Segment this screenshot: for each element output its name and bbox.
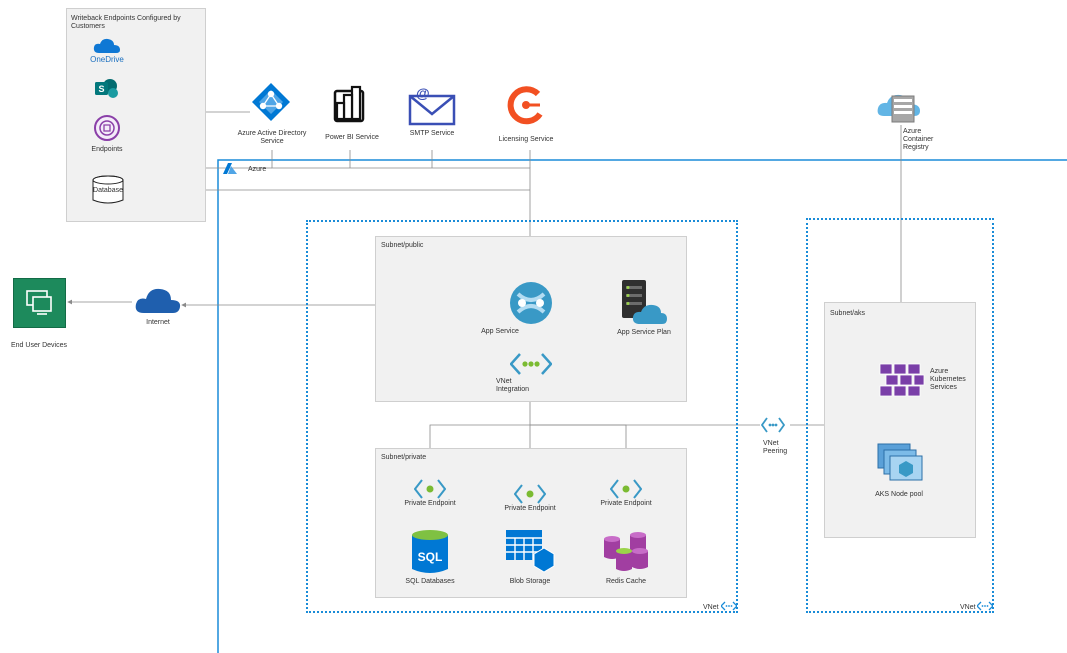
private-endpoint-blob-label: Private Endpoint <box>504 505 556 512</box>
blob-storage-label: Blob Storage <box>509 578 551 585</box>
screen-icon <box>26 290 52 315</box>
onedrive-label: OneDrive <box>90 55 124 64</box>
azure-ad-label: Azure Active Directory Service <box>237 130 307 145</box>
azure-ad-icon <box>252 83 290 121</box>
app-service-icon <box>510 282 552 324</box>
subnet-aks-panel <box>824 302 976 538</box>
end-user-label: End User Devices <box>10 342 68 349</box>
acr-label: Azure Container Registry <box>903 128 934 151</box>
vnet-peering-label: VNet Peering <box>763 440 788 455</box>
vnet-left-label: VNet <box>703 604 719 611</box>
vnet-right-label: VNet <box>960 604 976 611</box>
licensing-icon <box>507 86 543 125</box>
writeback-title: Writeback Endpoints Configured by Custom… <box>71 15 181 30</box>
blob-storage-icon <box>506 530 555 573</box>
container-registry-icon <box>877 94 920 123</box>
internet-cloud-icon <box>135 288 181 313</box>
power-bi-icon <box>333 85 365 123</box>
vnet-right-icon <box>977 601 993 611</box>
app-service-label: App Service <box>481 328 519 335</box>
architecture-diagram: Writeback Endpoints Configured by Custom… <box>0 0 1067 653</box>
licensing-label: Licensing Service <box>498 136 554 143</box>
vnet-integration-icon <box>510 353 552 375</box>
azure-label: Azure <box>248 166 267 173</box>
private-endpoint-sql-label: Private Endpoint <box>404 500 456 507</box>
private-endpoint-redis-icon <box>610 479 642 499</box>
smtp-mail-icon: @ <box>408 85 456 126</box>
subnet-private-label: Subnet/private <box>381 454 427 461</box>
internet-label: Internet <box>146 319 170 326</box>
vnet-integration-label: VNet Integration <box>496 378 530 393</box>
azure-icon <box>223 163 237 174</box>
redis-cache-icon <box>604 532 648 571</box>
aks-node-pool-icon <box>877 443 923 481</box>
private-endpoint-sql-icon <box>414 479 446 499</box>
onedrive-icon <box>93 38 120 53</box>
svg-text:@: @ <box>416 85 430 101</box>
sharepoint-icon: S <box>95 79 118 98</box>
app-service-plan-label: App Service Plan <box>617 329 671 336</box>
aks-label: Azure Kubernetes Services <box>930 368 966 391</box>
database-label: Database <box>93 187 123 194</box>
app-service-plan-icon <box>622 280 667 324</box>
vnet-left-icon <box>721 601 737 611</box>
sql-database-icon: SQL <box>412 530 448 573</box>
private-endpoint-redis-label: Private Endpoint <box>600 500 652 507</box>
svg-text:S: S <box>98 84 104 94</box>
kubernetes-service-icon <box>879 363 925 397</box>
sql-database-label: SQL Databases <box>405 578 455 585</box>
writeback-panel <box>66 8 206 222</box>
aks-node-pool-label: AKS Node pool <box>875 491 923 498</box>
endpoints-icon <box>94 115 120 141</box>
vnet-peering-icon <box>761 417 785 433</box>
private-endpoint-blob-icon <box>514 484 546 504</box>
svg-text:SQL: SQL <box>418 550 443 564</box>
power-bi-label: Power BI Service <box>325 134 379 141</box>
smtp-label: SMTP Service <box>409 130 455 137</box>
subnet-aks-label: Subnet/aks <box>830 310 866 317</box>
redis-cache-label: Redis Cache <box>605 578 647 585</box>
endpoints-label: Endpoints <box>91 146 123 153</box>
subnet-public-label: Subnet/public <box>381 242 424 249</box>
